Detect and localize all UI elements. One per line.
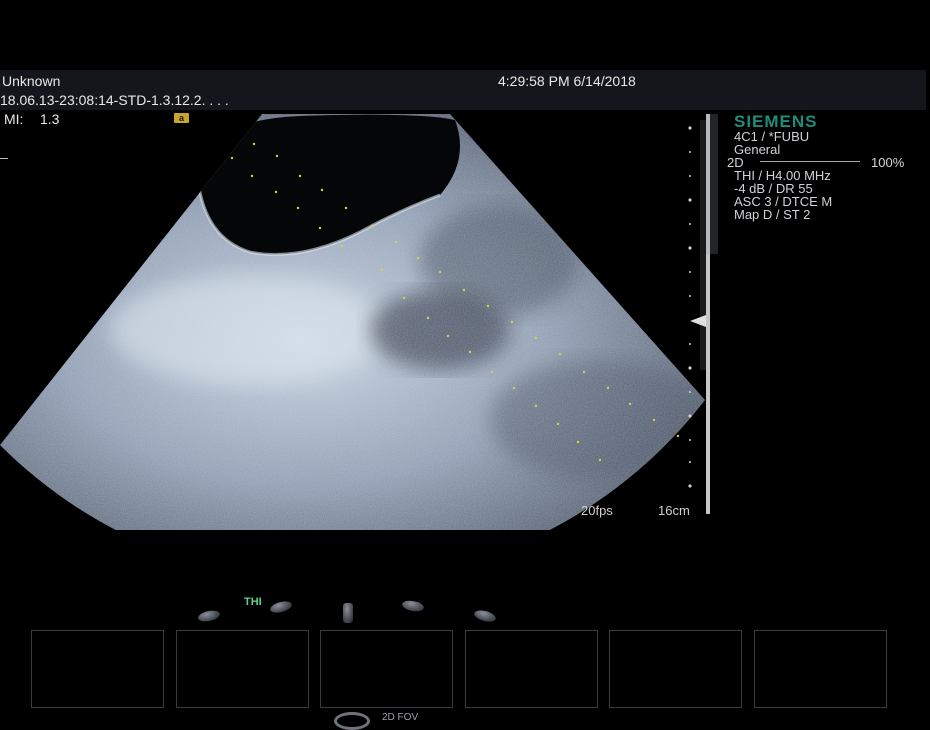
brand-logo: SIEMENS	[734, 112, 818, 131]
sector-image	[0, 114, 705, 530]
frame-rate: 20fps	[581, 503, 613, 518]
softkey-slot-3[interactable]	[320, 630, 453, 708]
thi-label: THI	[244, 596, 262, 608]
fov-label: 2D FOV	[382, 712, 419, 723]
param-map: Map D / ST 2	[734, 207, 811, 222]
softkey-slot-1[interactable]	[31, 630, 164, 708]
softkey-slot-4[interactable]	[465, 630, 598, 708]
softkey-slot-6[interactable]	[754, 630, 887, 708]
depth-value: 16cm	[658, 503, 690, 518]
fov-knob-icon[interactable]	[334, 712, 370, 730]
grayscale-bar	[706, 114, 718, 254]
softkey-slot-2[interactable]	[176, 630, 309, 708]
ultrasound-image	[0, 114, 718, 530]
focus-marker-icon	[690, 315, 706, 327]
mode-percent: 100%	[871, 155, 905, 170]
mode-divider	[760, 161, 860, 162]
soft-knob-toggle[interactable]	[343, 603, 353, 623]
softkey-slot-5[interactable]	[609, 630, 742, 708]
depth-scale	[688, 114, 718, 514]
